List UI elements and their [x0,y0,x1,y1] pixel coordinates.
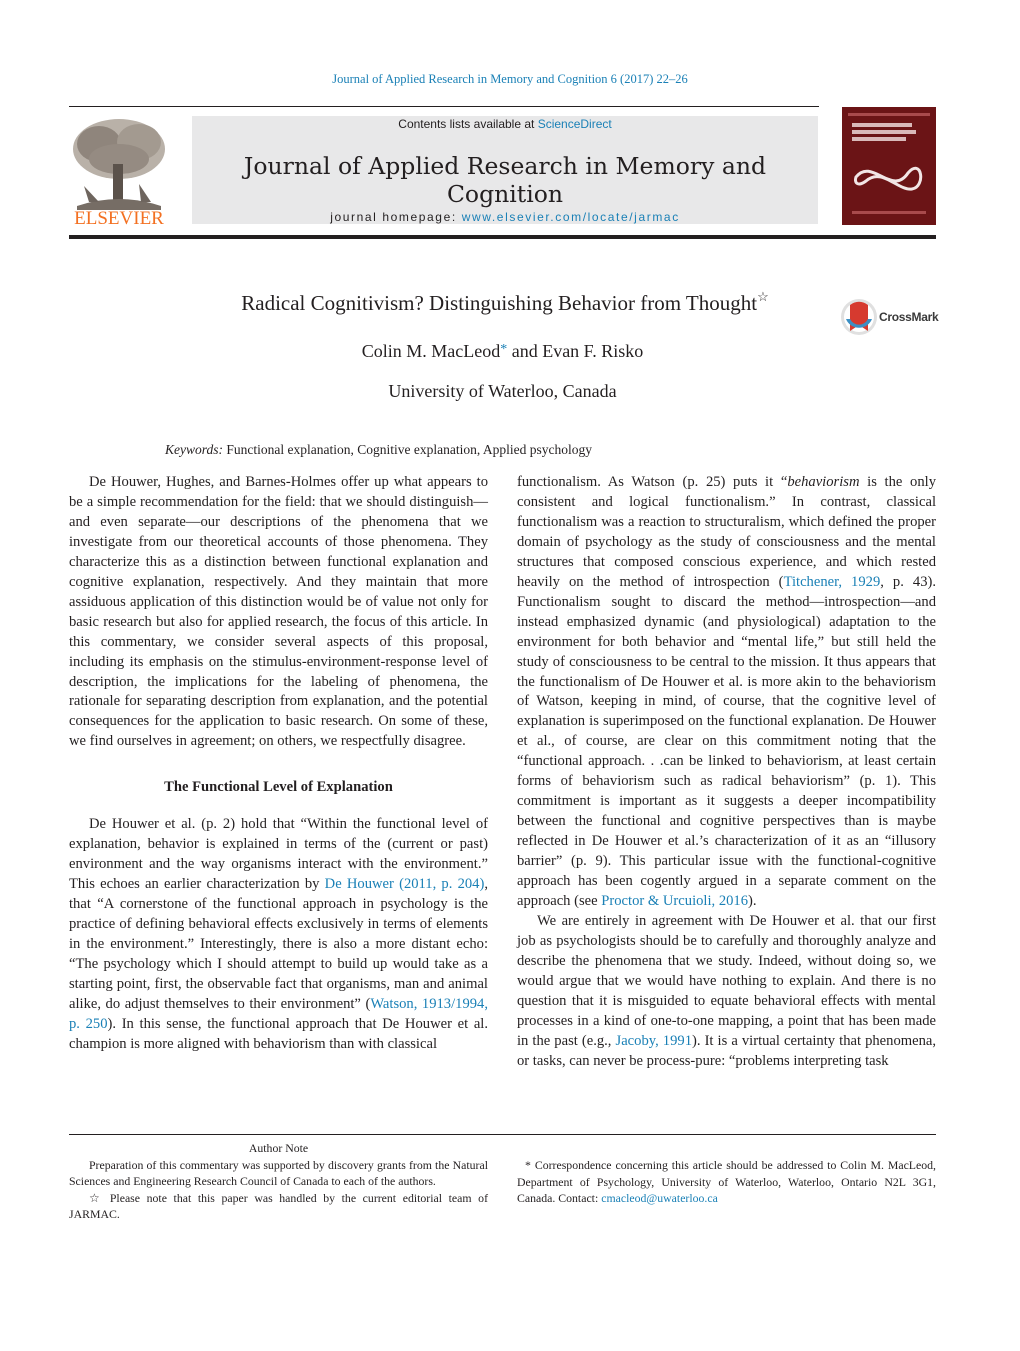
paragraph: functionalism. As Watson (p. 25) puts it… [517,473,936,912]
article-title-text: Radical Cognitivism? Distinguishing Beha… [241,291,758,315]
crossmark-label[interactable]: CrossMark [879,310,939,324]
journal-cover-image [842,107,936,225]
correspondence-note: * Correspondence concerning this article… [517,1157,936,1207]
top-rule [69,106,819,107]
header-divider [69,235,936,239]
email-link[interactable]: cmacleod@uwaterloo.ca [601,1191,718,1205]
homepage-link[interactable]: www.elsevier.com/locate/jarmac [462,210,680,224]
author-note-title: Author Note [248,1141,309,1155]
author-note: Preparation of this commentary was suppo… [69,1157,488,1189]
text-run: , p. 43). Functionalism sought to discar… [517,573,937,910]
contents-prefix: Contents lists available at [398,117,538,131]
citation-link[interactable]: De Houwer (2011, p. 204) [325,876,485,892]
homepage-prefix: journal homepage: [330,210,462,224]
affiliation: University of Waterloo, Canada [388,381,617,401]
text-run: We are entirely in agreement with De Hou… [517,912,936,1049]
elsevier-wordmark: ELSEVIER [74,208,164,229]
journal-title: Journal of Applied Research in Memory an… [243,152,767,208]
author-name: Colin M. MacLeod [361,341,501,361]
title-footnote-mark[interactable]: ☆ [757,289,769,304]
emphasis: behaviorism [787,474,860,490]
body-column-right: functionalism. As Watson (p. 25) puts it… [517,473,936,1072]
sciencedirect-link[interactable]: ScienceDirect [538,117,612,131]
text-run: ). In this sense, the functional approac… [69,1015,488,1052]
paragraph: De Houwer, Hughes, and Barnes-Holmes off… [69,474,488,750]
footnote-divider [69,1134,936,1135]
journal-homepage: journal homepage: www.elsevier.com/locat… [192,210,818,224]
correspondence-text: Correspondence concerning this article s… [517,1158,936,1206]
text-run: ). [748,893,757,910]
keywords: Keywords: Functional explanation, Cognit… [165,442,592,458]
journal-reference-link[interactable]: Journal of Applied Research in Memory an… [0,72,1020,87]
citation-link[interactable]: Jacoby, 1991 [616,1033,692,1049]
editorial-note-text: Please note that this paper was handled … [69,1190,488,1222]
footnotes-right: * Correspondence concerning this article… [517,1157,936,1207]
paragraph: We are entirely in agreement with De Hou… [517,912,936,1072]
paragraph: De Houwer et al. (p. 2) hold that “Withi… [69,815,488,1054]
text-run: , that “A cornerstone of the functional … [69,876,488,1012]
editorial-note: ☆ Please note that this paper was handle… [69,1190,488,1223]
keywords-list: Functional explanation, Cognitive explan… [223,442,592,457]
contents-line: Contents lists available at ScienceDirec… [192,117,818,131]
citation-link[interactable]: Proctor & Urcuioli, 2016 [601,893,748,909]
article-title: Radical Cognitivism? Distinguishing Beha… [170,289,840,316]
citation-link[interactable]: Titchener, 1929 [784,574,881,590]
author-name: and Evan F. Risko [507,341,644,361]
keywords-label: Keywords: [165,442,223,457]
body-column-left: De Houwer, Hughes, and Barnes-Holmes off… [69,473,488,1055]
author-line: Colin M. MacLeod* and Evan F. Risko [0,341,1005,362]
text-run: is the only consistent and logical funct… [517,474,936,590]
text-run: functionalism. As Watson (p. 25) puts it… [517,474,788,490]
star-mark: ☆ [89,1190,104,1205]
footnotes-left: Author Note Preparation of this commenta… [69,1140,488,1223]
section-heading: The Functional Level of Explanation [164,779,393,796]
